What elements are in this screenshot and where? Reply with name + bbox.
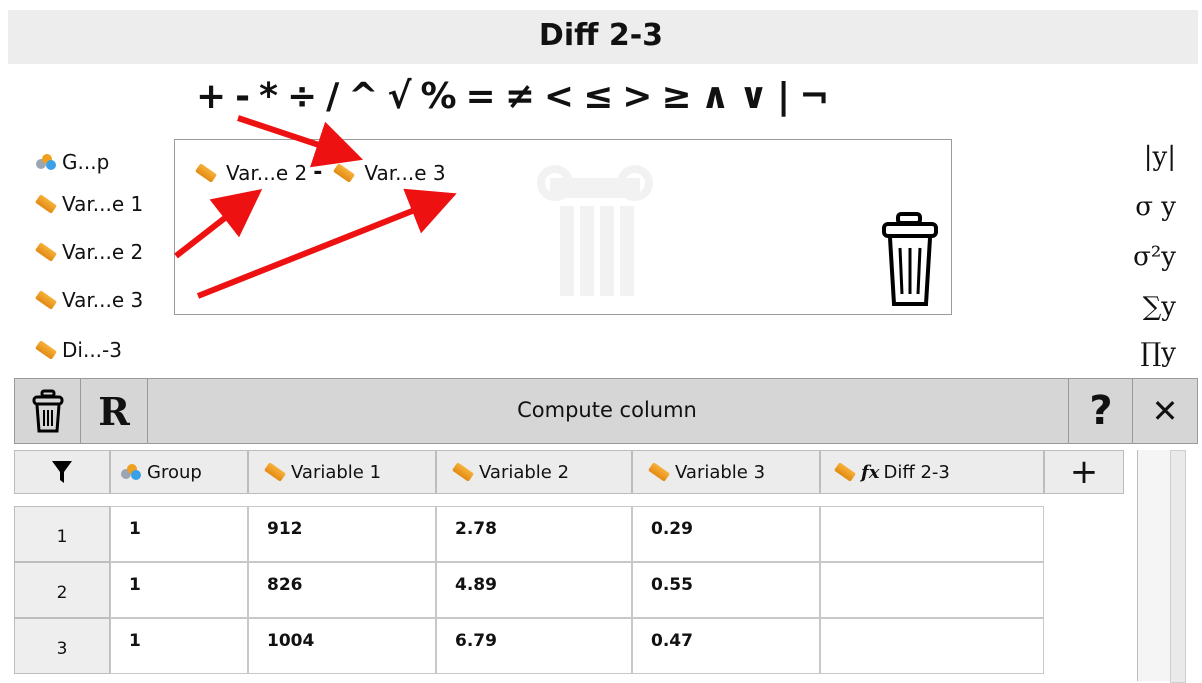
table-cell[interactable]: 1	[110, 562, 248, 618]
close-button[interactable]: ✕	[1132, 378, 1198, 444]
column-header-variable-2[interactable]: Variable 2	[436, 450, 632, 494]
filter-button[interactable]	[14, 450, 110, 494]
column-header-label: Variable 2	[479, 461, 570, 483]
table-cell[interactable]: 2.78	[436, 506, 632, 562]
row-header[interactable]: 1	[14, 506, 110, 562]
table-cell[interactable]: 4.89	[436, 562, 632, 618]
column-header-variable-3[interactable]: Variable 3	[632, 450, 820, 494]
column-header-label: Variable 3	[675, 461, 766, 483]
column-header-label: Variable 1	[291, 461, 382, 483]
column-header-variable-1[interactable]: Variable 1	[248, 450, 436, 494]
clear-button[interactable]	[14, 378, 82, 444]
arrow-operator-to-formula	[237, 115, 364, 168]
table-cell[interactable]: 0.47	[632, 618, 820, 674]
compute-column-label: Compute column	[517, 398, 697, 422]
table-cell[interactable]	[820, 506, 1044, 562]
row-header[interactable]: 3	[14, 618, 110, 674]
table-cell[interactable]: 912	[248, 506, 436, 562]
function-fx-icon: fx	[861, 461, 880, 483]
row-header[interactable]: 2	[14, 562, 110, 618]
column-header-diff[interactable]: fx Diff 2-3	[820, 450, 1044, 494]
table-cell[interactable]: 1004	[248, 618, 436, 674]
table-cell[interactable]: 0.55	[632, 562, 820, 618]
table-cell[interactable]: 1	[110, 618, 248, 674]
pencil-icon	[647, 462, 671, 482]
help-button[interactable]: ?	[1068, 378, 1134, 444]
pencil-icon	[263, 462, 287, 482]
table-cell[interactable]: 6.79	[436, 618, 632, 674]
table-cell[interactable]: 1	[110, 506, 248, 562]
add-column-button[interactable]: +	[1044, 450, 1124, 494]
group-icon	[121, 464, 143, 480]
column-header-group[interactable]: Group	[110, 450, 248, 494]
pencil-icon	[451, 462, 475, 482]
column-header-label: Group	[147, 461, 202, 483]
table-cell[interactable]: 0.29	[632, 506, 820, 562]
scrollbar-thumb[interactable]	[1170, 450, 1186, 683]
arrow-var2-to-formula	[174, 188, 263, 259]
table-cell[interactable]	[820, 562, 1044, 618]
table-cell[interactable]: 826	[248, 562, 436, 618]
table-cell[interactable]	[820, 618, 1044, 674]
filter-icon	[52, 461, 72, 483]
column-header-label: Diff 2-3	[883, 461, 950, 483]
trash-icon	[32, 389, 64, 433]
r-button[interactable]: R	[80, 378, 148, 444]
pencil-icon	[833, 462, 857, 482]
